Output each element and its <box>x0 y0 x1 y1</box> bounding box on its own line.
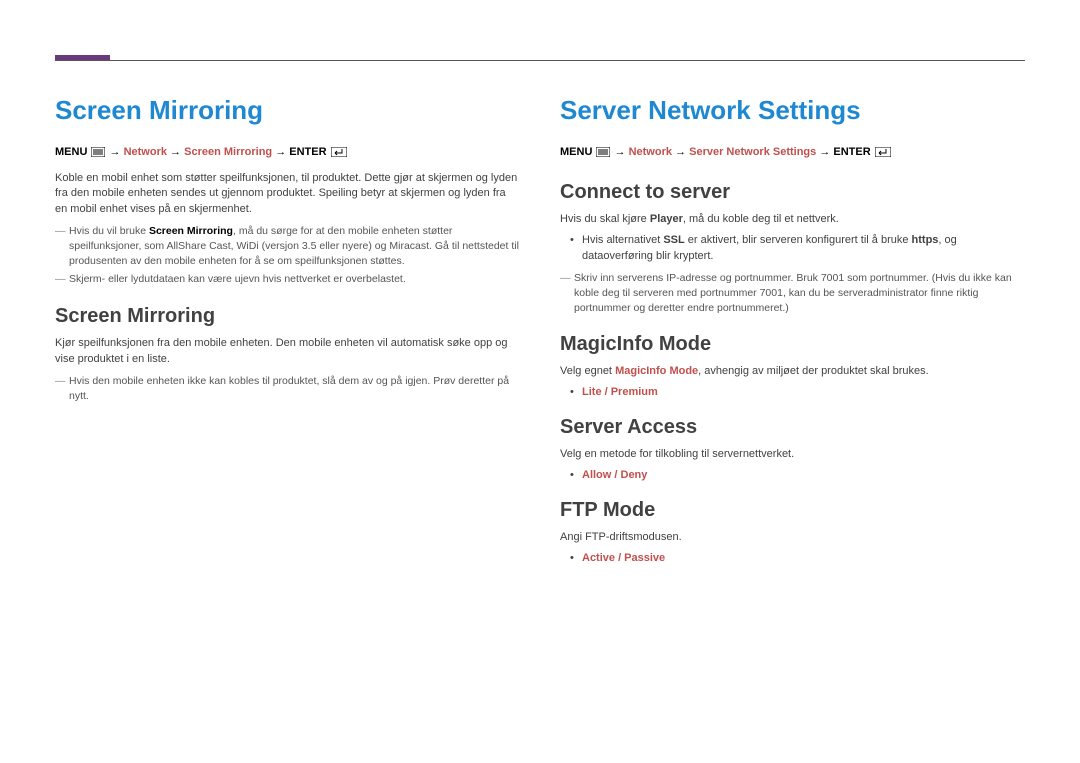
b-pre: Hvis alternativet <box>582 234 663 246</box>
arrow: → <box>819 146 833 158</box>
b-ssl: SSL <box>663 234 684 246</box>
arrow: → <box>275 146 289 158</box>
connect-pre: Hvis du skal kjøre <box>560 213 650 225</box>
enter-label: ENTER <box>833 146 870 158</box>
ftp-mode-heading: FTP Mode <box>560 499 1025 522</box>
note-text-pre: Hvis du vil bruke <box>69 225 149 237</box>
server-access-heading: Server Access <box>560 416 1025 439</box>
arrow: → <box>615 146 629 158</box>
screen-mirroring-path: MENU → Network → Screen Mirroring → ENTE… <box>55 144 520 163</box>
b-mid: er aktivert, blir serveren konfigurert t… <box>685 234 912 246</box>
header-divider <box>55 60 1025 61</box>
magicinfo-option: Lite / Premium <box>560 386 1025 398</box>
connect-bullets: Hvis alternativet SSL er aktivert, blir … <box>560 233 1025 265</box>
magicinfo-heading: MagicInfo Mode <box>560 333 1025 356</box>
server-access-body: Velg en metode for tilkobling til server… <box>560 447 1025 463</box>
path-network: Network <box>124 146 167 158</box>
menu-label: MENU <box>55 146 87 158</box>
mi-bold: MagicInfo Mode <box>615 365 698 377</box>
right-column: Server Network Settings MENU → Network →… <box>560 95 1025 572</box>
screen-mirroring-note-2: Skjerm- eller lydutdataen kan være ujevn… <box>69 272 520 287</box>
screen-mirroring-title: Screen Mirroring <box>55 95 520 126</box>
screen-mirroring-sub-body: Kjør speilfunksjonen fra den mobile enhe… <box>55 336 520 368</box>
path-server-network-settings: Server Network Settings <box>689 146 816 158</box>
magicinfo-body: Velg egnet MagicInfo Mode, avhengig av m… <box>560 364 1025 380</box>
enter-icon <box>875 146 891 163</box>
screen-mirroring-sub-note: Hvis den mobile enheten ikke kan kobles … <box>69 374 520 403</box>
server-network-title: Server Network Settings <box>560 95 1025 126</box>
ftp-mode-body: Angi FTP-driftsmodusen. <box>560 530 1025 546</box>
server-access-option: Allow / Deny <box>560 469 1025 481</box>
note-bold: Screen Mirroring <box>149 225 233 237</box>
connect-body: Hvis du skal kjøre Player, må du koble d… <box>560 212 1025 228</box>
path-network: Network <box>629 146 672 158</box>
left-column: Screen Mirroring MENU → Network → Screen… <box>55 95 520 572</box>
ftp-mode-option: Active / Passive <box>560 552 1025 564</box>
arrow: → <box>110 146 124 158</box>
mi-post: , avhengig av miljøet der produktet skal… <box>698 365 929 377</box>
mi-pre: Velg egnet <box>560 365 615 377</box>
screen-mirroring-intro: Koble en mobil enhet som støtter speilfu… <box>55 171 520 219</box>
connect-to-server-heading: Connect to server <box>560 181 1025 204</box>
menu-label: MENU <box>560 146 592 158</box>
arrow: → <box>170 146 184 158</box>
b-https: https <box>912 234 939 246</box>
screen-mirroring-note-1: Hvis du vil bruke Screen Mirroring, må d… <box>69 224 520 268</box>
ssl-bullet: Hvis alternativet SSL er aktivert, blir … <box>560 233 1025 265</box>
screen-mirroring-subheading: Screen Mirroring <box>55 305 520 328</box>
page-content: Screen Mirroring MENU → Network → Screen… <box>55 95 1025 572</box>
arrow: → <box>675 146 689 158</box>
enter-icon <box>331 146 347 163</box>
connect-bold: Player <box>650 213 683 225</box>
path-screen-mirroring: Screen Mirroring <box>184 146 272 158</box>
menu-icon <box>596 146 610 163</box>
server-network-path: MENU → Network → Server Network Settings… <box>560 144 1025 163</box>
menu-icon <box>91 146 105 163</box>
connect-post: , må du koble deg til et nettverk. <box>683 213 839 225</box>
enter-label: ENTER <box>289 146 326 158</box>
connect-note: Skriv inn serverens IP-adresse og portnu… <box>574 271 1025 315</box>
